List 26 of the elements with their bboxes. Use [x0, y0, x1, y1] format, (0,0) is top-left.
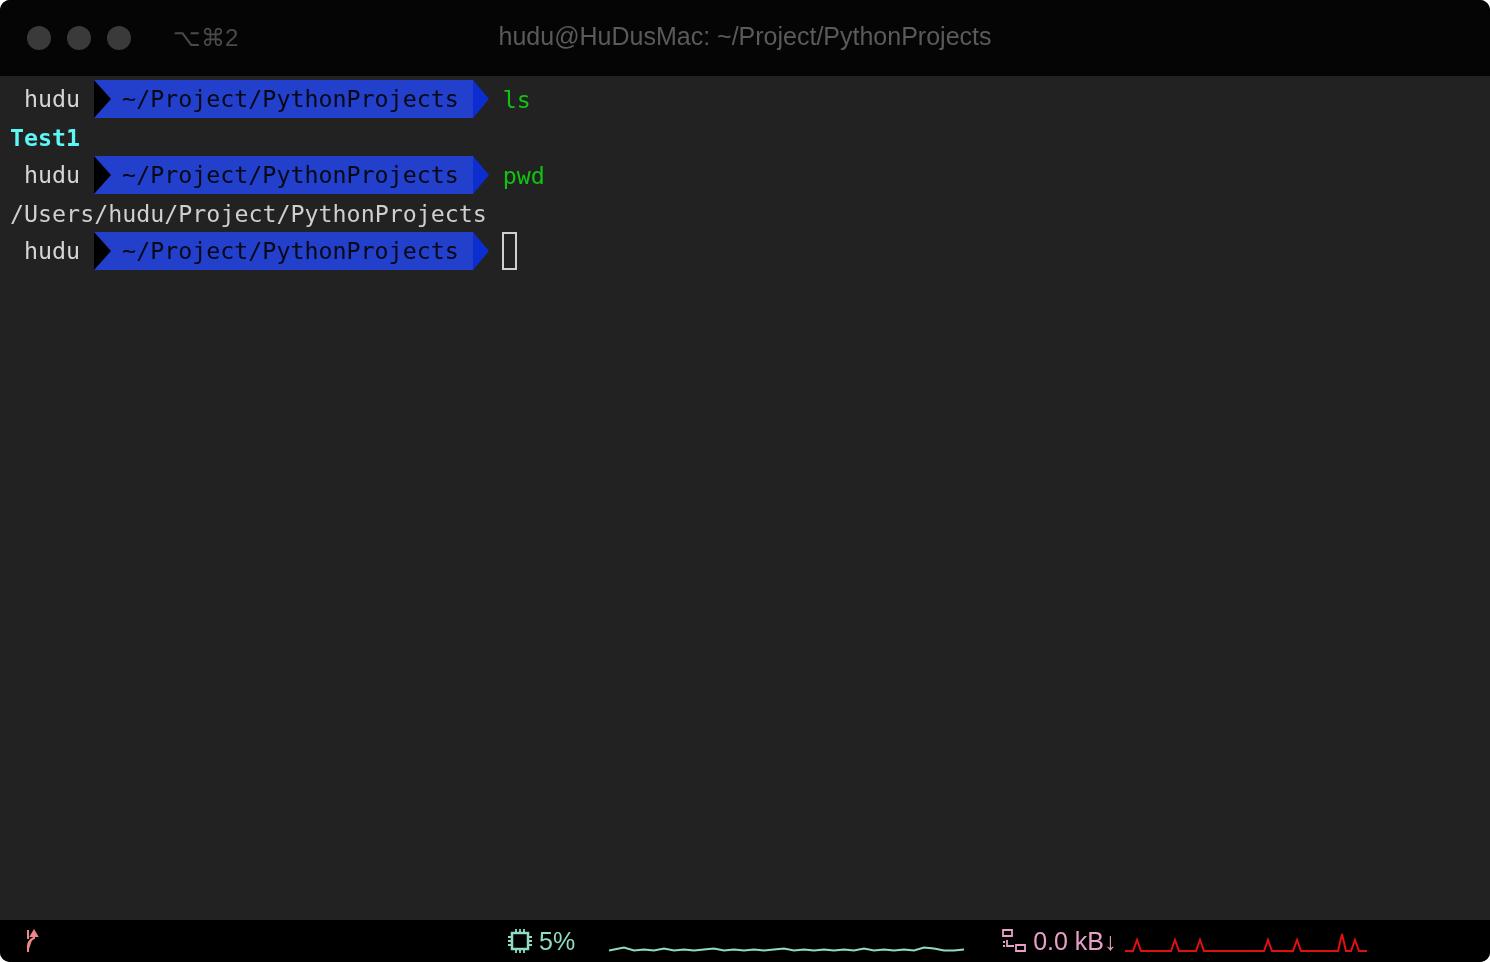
- branch-icon: [25, 929, 39, 953]
- output-text: /Users/hudu/Project/PythonProjects: [9, 199, 487, 227]
- prompt-user: hudu: [23, 160, 82, 190]
- prompt-path: ~/Project/PythonProjects: [94, 156, 473, 194]
- separator-arrow-icon: [472, 80, 489, 118]
- separator-arrow-icon: [472, 232, 489, 270]
- prompt-path: ~/Project/PythonProjects: [94, 80, 473, 118]
- minimize-button[interactable]: [67, 26, 91, 50]
- separator-arrow-icon: [94, 80, 112, 118]
- network-icon: [1001, 928, 1028, 954]
- command-text: pwd: [502, 161, 545, 189]
- zoom-button[interactable]: [107, 26, 131, 50]
- cpu-icon: [507, 928, 533, 954]
- prompt-path: ~/Project/PythonProjects: [94, 232, 473, 270]
- separator-arrow-icon: [472, 156, 489, 194]
- network-speed: 0.0 kB↓: [1033, 926, 1117, 956]
- separator-arrow-icon: [94, 232, 112, 270]
- separator-arrow-icon: [94, 156, 112, 194]
- output-text: Test1: [9, 123, 81, 151]
- cpu-usage: 5%: [539, 926, 576, 956]
- command-text: ls: [502, 85, 531, 113]
- window-shortcut: ⌥⌘2: [173, 24, 239, 52]
- close-button[interactable]: [27, 26, 51, 50]
- prompt-user: hudu: [23, 84, 82, 114]
- prompt-user: hudu: [23, 236, 82, 266]
- window-title: hudu@HuDusMac: ~/Project/PythonProjects: [498, 22, 992, 51]
